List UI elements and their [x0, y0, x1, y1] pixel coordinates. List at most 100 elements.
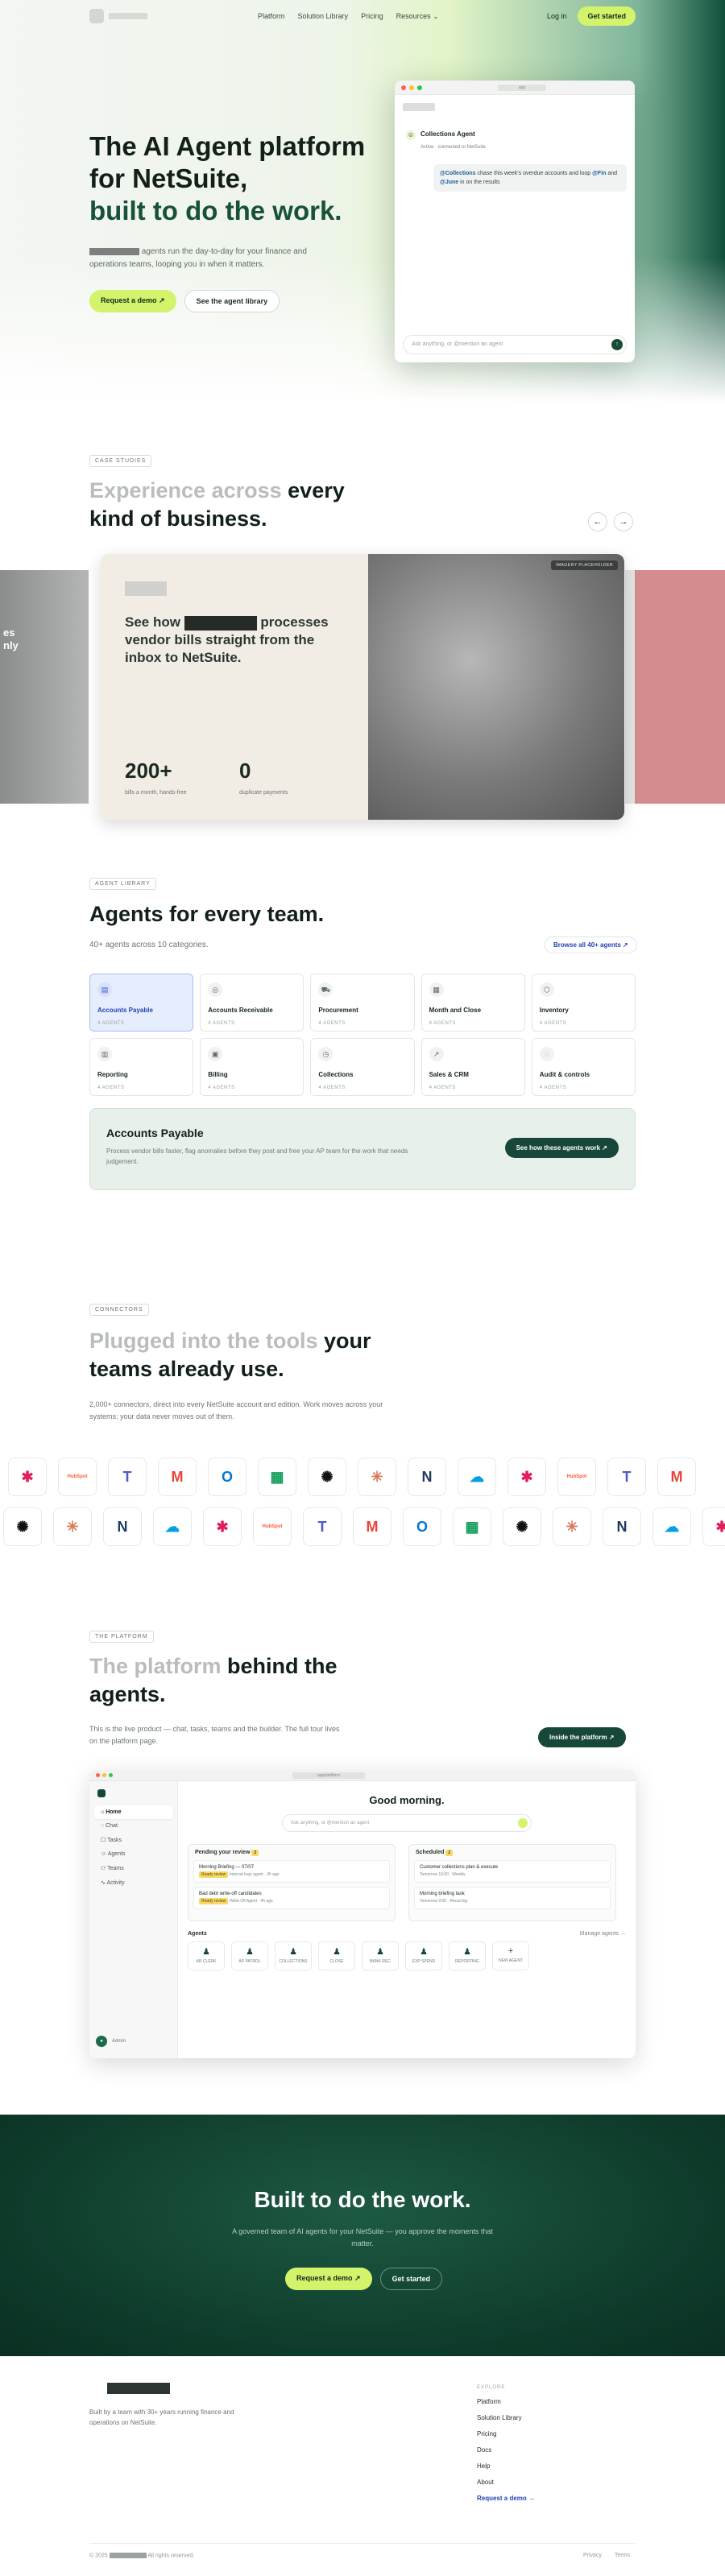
image-tag: IMAGERY PLACEHOLDER: [550, 560, 618, 570]
app-nav-teams[interactable]: ⚇ Teams: [94, 1861, 173, 1875]
cta-demo-button[interactable]: Request a demo ↗: [285, 2268, 372, 2290]
hubspot-icon: HubSpot: [58, 1458, 97, 1496]
category-card[interactable]: ▥ Reporting 4 AGENTS: [89, 1038, 194, 1096]
agent-card[interactable]: ♟ REPORTING: [449, 1941, 486, 1970]
agent-name: Collections Agent: [420, 130, 475, 138]
nav-platform[interactable]: Platform: [258, 12, 285, 20]
app-nav-tasks[interactable]: ☐ Tasks: [94, 1833, 173, 1847]
category-icon: ▤: [97, 982, 112, 997]
library-subtitle: 40+ agents across 10 categories.: [89, 941, 209, 949]
browse-agents-link[interactable]: Browse all 40+ agents ↗: [545, 937, 637, 953]
sheets-icon: ▦: [258, 1458, 296, 1496]
see-agents-button[interactable]: See how these agents work ↗: [504, 1138, 619, 1158]
stat-label: bills a month, hands-free: [125, 790, 187, 796]
agent-library-button[interactable]: See the agent library: [184, 290, 280, 312]
platform-subtitle: This is the live product — chat, tasks, …: [89, 1725, 340, 1745]
robot-icon: ♟: [202, 1947, 210, 1957]
scheduled-item[interactable]: Morning briefing task Tomorrow 9:00 · Rec…: [414, 1887, 611, 1909]
footer-request-demo[interactable]: Request a demo →: [477, 2495, 535, 2502]
privacy-link[interactable]: Privacy: [583, 2553, 602, 2558]
agent-avatar-icon: ☺: [406, 130, 416, 140]
copyright: © 2025 All rights reserved.: [89, 2553, 195, 2559]
review-item[interactable]: Bad debt write-off candidates Ready revie…: [193, 1887, 390, 1909]
agent-card[interactable]: + NEW AGENT: [492, 1941, 529, 1970]
category-name: Billing: [208, 1071, 228, 1078]
category-icon: ▥: [97, 1047, 112, 1061]
nav-icon: ☺: [101, 1851, 107, 1857]
agent-card[interactable]: ♟ AP PATROL: [231, 1941, 268, 1970]
category-icon: ↗: [429, 1047, 444, 1061]
site-logo[interactable]: [89, 9, 147, 23]
category-card[interactable]: ↗ Sales & CRM 4 AGENTS: [420, 1038, 525, 1096]
user-menu[interactable]: ● Admin: [96, 2036, 126, 2047]
hero-description: agents run the day-to-day for your finan…: [89, 247, 307, 269]
nav-icon: ∿: [101, 1880, 106, 1886]
category-count: 4 AGENTS: [208, 1085, 235, 1090]
agent-card[interactable]: ♟ BANK REC: [362, 1941, 399, 1970]
footer-link[interactable]: Platform: [477, 2398, 535, 2405]
platform-eyebrow: THE PLATFORM: [89, 1631, 154, 1643]
site-header: Platform Solution Library Pricing Resour…: [0, 0, 725, 32]
app-nav-agents[interactable]: ☺ Agents: [94, 1847, 173, 1861]
footer-link[interactable]: About: [477, 2479, 535, 2486]
footer-link[interactable]: Solution Library: [477, 2414, 535, 2421]
request-demo-button[interactable]: Request a demo ↗: [89, 290, 176, 312]
case-card-next[interactable]: [625, 570, 725, 804]
nav-icon: ⚇: [101, 1866, 106, 1871]
chat-input[interactable]: Ask anything, or @mention an agent ↑: [403, 335, 627, 354]
terms-link[interactable]: Terms: [615, 2553, 630, 2558]
slack-icon: ✱: [702, 1507, 725, 1546]
manage-agents-link[interactable]: Manage agents →: [580, 1931, 626, 1937]
category-card[interactable]: ⬡ Inventory 4 AGENTS: [531, 974, 636, 1032]
category-card[interactable]: ⛟ Procurement 4 AGENTS: [310, 974, 415, 1032]
app-nav-activity[interactable]: ∿ Activity: [94, 1875, 173, 1890]
category-card[interactable]: ◌ Audit & controls 4 AGENTS: [531, 1038, 636, 1096]
category-icon: ⬡: [539, 982, 554, 997]
review-item[interactable]: Morning Briefing — 07/07 Ready review Int…: [193, 1860, 390, 1883]
claude-icon: ✳: [53, 1507, 92, 1546]
url-bar: app: [498, 84, 546, 91]
login-link[interactable]: Log in: [547, 12, 567, 20]
nav-pricing[interactable]: Pricing: [361, 12, 383, 20]
openai-icon: ✺: [308, 1458, 346, 1496]
cta-start-button[interactable]: Get started: [379, 2268, 443, 2290]
nav-resources[interactable]: Resources ⌄: [396, 12, 439, 21]
app-nav-home[interactable]: ⌂ Home: [94, 1805, 173, 1819]
footer: Built by a team with 30+ years running f…: [0, 2356, 725, 2576]
get-started-button[interactable]: Get started: [578, 6, 636, 26]
category-count: 4 AGENTS: [97, 1085, 125, 1090]
app-url-bar: app/platform: [292, 1772, 365, 1779]
app-search-input[interactable]: Ask anything, or @mention an agent: [282, 1814, 532, 1832]
category-icon: ⛟: [318, 982, 334, 997]
inside-platform-button[interactable]: Inside the platform ↗: [538, 1727, 626, 1747]
nav-solution-library[interactable]: Solution Library: [298, 12, 349, 20]
hero-section: The AI Agent platform for NetSuite, built…: [0, 0, 725, 403]
openai-icon: ✺: [3, 1507, 42, 1546]
category-card[interactable]: ▦ Month and Close 4 AGENTS: [420, 974, 525, 1032]
app-main: Good morning. Ask anything, or @mention …: [178, 1781, 636, 2058]
cta-section: Built to do the work. A governed team of…: [0, 2115, 725, 2356]
case-card-prev[interactable]: es nly: [0, 570, 89, 804]
agent-card[interactable]: ♟ COLLECTIONS: [275, 1941, 312, 1970]
salesforce-icon: ☁: [458, 1458, 496, 1496]
agent-card[interactable]: ♟ CLOSE: [318, 1941, 355, 1970]
footer-link[interactable]: Docs: [477, 2446, 535, 2454]
case-study-card[interactable]: See how processes vendor bills straight …: [101, 554, 624, 820]
prev-arrow-icon[interactable]: ←: [588, 512, 607, 531]
pending-review-panel: Pending your review 2 Morning Briefing —…: [188, 1844, 396, 1921]
outlook-icon: O: [403, 1507, 441, 1546]
agent-card[interactable]: ♟ EXP SPEND: [405, 1941, 442, 1970]
next-arrow-icon[interactable]: →: [614, 512, 633, 531]
agent-card[interactable]: ♟ AR CLERK: [188, 1941, 225, 1970]
send-icon[interactable]: ↑: [611, 339, 623, 350]
category-card[interactable]: ◎ Accounts Receivable 4 AGENTS: [200, 974, 304, 1032]
app-nav-chat[interactable]: ◌ Chat: [94, 1819, 173, 1833]
footer-link[interactable]: Help: [477, 2462, 535, 2470]
footer-link[interactable]: Pricing: [477, 2430, 535, 2437]
scheduled-item[interactable]: Customer collections plan & execute Tomor…: [414, 1860, 611, 1883]
category-card[interactable]: ▣ Billing 4 AGENTS: [200, 1038, 304, 1096]
category-card[interactable]: ▤ Accounts Payable 4 AGENTS: [89, 974, 194, 1032]
footer-logo[interactable]: [107, 2383, 170, 2394]
gmail-icon: M: [657, 1458, 696, 1496]
category-card[interactable]: ◷ Collections 4 AGENTS: [310, 1038, 415, 1096]
